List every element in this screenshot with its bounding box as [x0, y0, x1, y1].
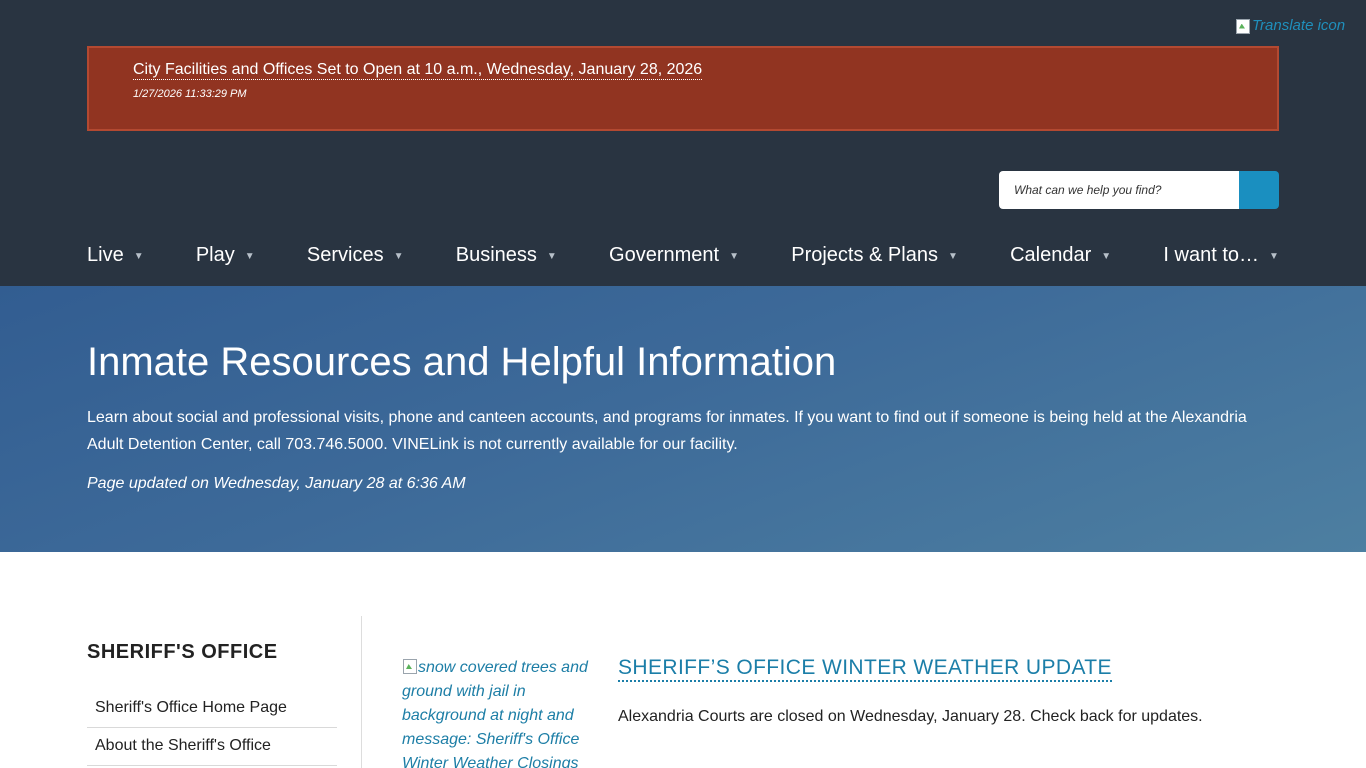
sidebar-nav: Sheriff's Office Home Page About the She… — [87, 690, 337, 766]
page-hero: Inmate Resources and Helpful Information… — [0, 286, 1366, 552]
story-summary: Alexandria Courts are closed on Wednesda… — [618, 708, 1203, 725]
nav-item-projects-plans[interactable]: Projects & Plans ▼ — [791, 244, 958, 267]
page-description: Learn about social and professional visi… — [87, 409, 1247, 453]
caret-down-icon: ▼ — [947, 250, 958, 262]
nav-label: I want to… — [1163, 243, 1260, 266]
nav-item-government[interactable]: Government ▼ — [609, 244, 739, 267]
caret-down-icon: ▼ — [1101, 250, 1112, 262]
caret-down-icon: ▼ — [1269, 250, 1279, 262]
caret-down-icon: ▼ — [729, 250, 739, 262]
search-input[interactable] — [999, 171, 1239, 209]
search-bar — [999, 171, 1279, 209]
nav-label: Government — [609, 243, 720, 266]
alert-banner: City Facilities and Offices Set to Open … — [87, 46, 1279, 131]
content-divider — [361, 616, 362, 768]
caret-down-icon: ▼ — [244, 250, 255, 262]
alert-title-link[interactable]: City Facilities and Offices Set to Open … — [133, 60, 703, 80]
nav-label: Projects & Plans — [791, 243, 938, 266]
site-header: Translate icon City Facilities and Offic… — [0, 0, 1366, 286]
story-image[interactable]: snow covered trees and ground with jail … — [402, 656, 598, 768]
broken-image-icon — [402, 658, 418, 674]
nav-label: Business — [455, 243, 537, 266]
nav-item-business[interactable]: Business ▼ — [456, 244, 557, 267]
nav-item-play[interactable]: Play ▼ — [196, 244, 255, 267]
translate-link[interactable]: Translate icon — [1235, 17, 1345, 34]
story-image-alt-text: snow covered trees and ground with jail … — [402, 659, 588, 768]
alert-date: 1/27/2026 11:33:29 PM — [133, 88, 247, 100]
sidebar-item-about[interactable]: About the Sheriff's Office — [87, 728, 337, 766]
page-updated-date: Page updated on Wednesday, January 28 at… — [87, 475, 466, 492]
nav-item-services[interactable]: Services ▼ — [307, 244, 404, 267]
sidebar-item-home[interactable]: Sheriff's Office Home Page — [87, 690, 337, 728]
translate-icon — [1235, 18, 1251, 34]
main-nav: Live ▼ Play ▼ Services ▼ Business ▼ Gove… — [87, 232, 1279, 278]
story-title-link[interactable]: SHERIFF’S OFFICE WINTER WEATHER UPDATE — [618, 656, 1112, 682]
nav-label: Live — [87, 243, 124, 266]
nav-item-i-want-to[interactable]: I want to… ▼ — [1163, 244, 1279, 267]
nav-label: Calendar — [1010, 243, 1092, 266]
caret-down-icon: ▼ — [546, 250, 557, 262]
search-button[interactable] — [1239, 171, 1279, 209]
nav-label: Play — [195, 243, 235, 266]
nav-item-live[interactable]: Live ▼ — [87, 244, 144, 267]
page-title: Inmate Resources and Helpful Information — [87, 340, 837, 384]
translate-icon-alt-text: Translate icon — [1252, 17, 1346, 34]
caret-down-icon: ▼ — [393, 250, 404, 262]
nav-label: Services — [306, 243, 384, 266]
nav-item-calendar[interactable]: Calendar ▼ — [1010, 244, 1111, 267]
caret-down-icon: ▼ — [133, 250, 144, 262]
sidebar-title: SHERIFF'S OFFICE — [87, 641, 278, 663]
